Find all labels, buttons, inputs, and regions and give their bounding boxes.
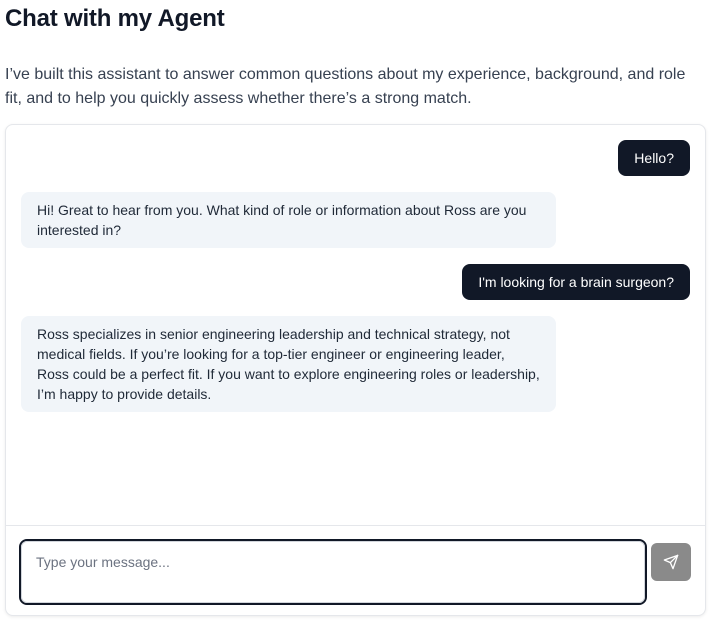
message-input[interactable] xyxy=(21,541,645,603)
message-row-user: I'm looking for a brain surgeon? xyxy=(21,264,690,300)
send-button[interactable] xyxy=(651,543,691,581)
message-row-user: Hello? xyxy=(21,140,690,176)
message-row-assistant: Hi! Great to hear from you. What kind of… xyxy=(21,192,690,248)
assistant-message-bubble: Ross specializes in senior engineering l… xyxy=(21,316,556,412)
user-message-bubble: I'm looking for a brain surgeon? xyxy=(462,264,690,300)
user-message-bubble: Hello? xyxy=(618,140,690,176)
paper-plane-icon xyxy=(663,554,679,570)
chat-panel: Hello? Hi! Great to hear from you. What … xyxy=(5,124,706,616)
assistant-message-bubble: Hi! Great to hear from you. What kind of… xyxy=(21,192,556,248)
chat-page: Chat with my Agent I’ve built this assis… xyxy=(0,0,716,628)
page-intro: I’ve built this assistant to answer comm… xyxy=(5,66,686,107)
page-title: Chat with my Agent xyxy=(5,5,225,32)
message-row-assistant: Ross specializes in senior engineering l… xyxy=(21,316,690,412)
message-composer xyxy=(6,526,705,615)
message-list: Hello? Hi! Great to hear from you. What … xyxy=(6,125,705,525)
message-input-wrapper xyxy=(19,539,647,605)
